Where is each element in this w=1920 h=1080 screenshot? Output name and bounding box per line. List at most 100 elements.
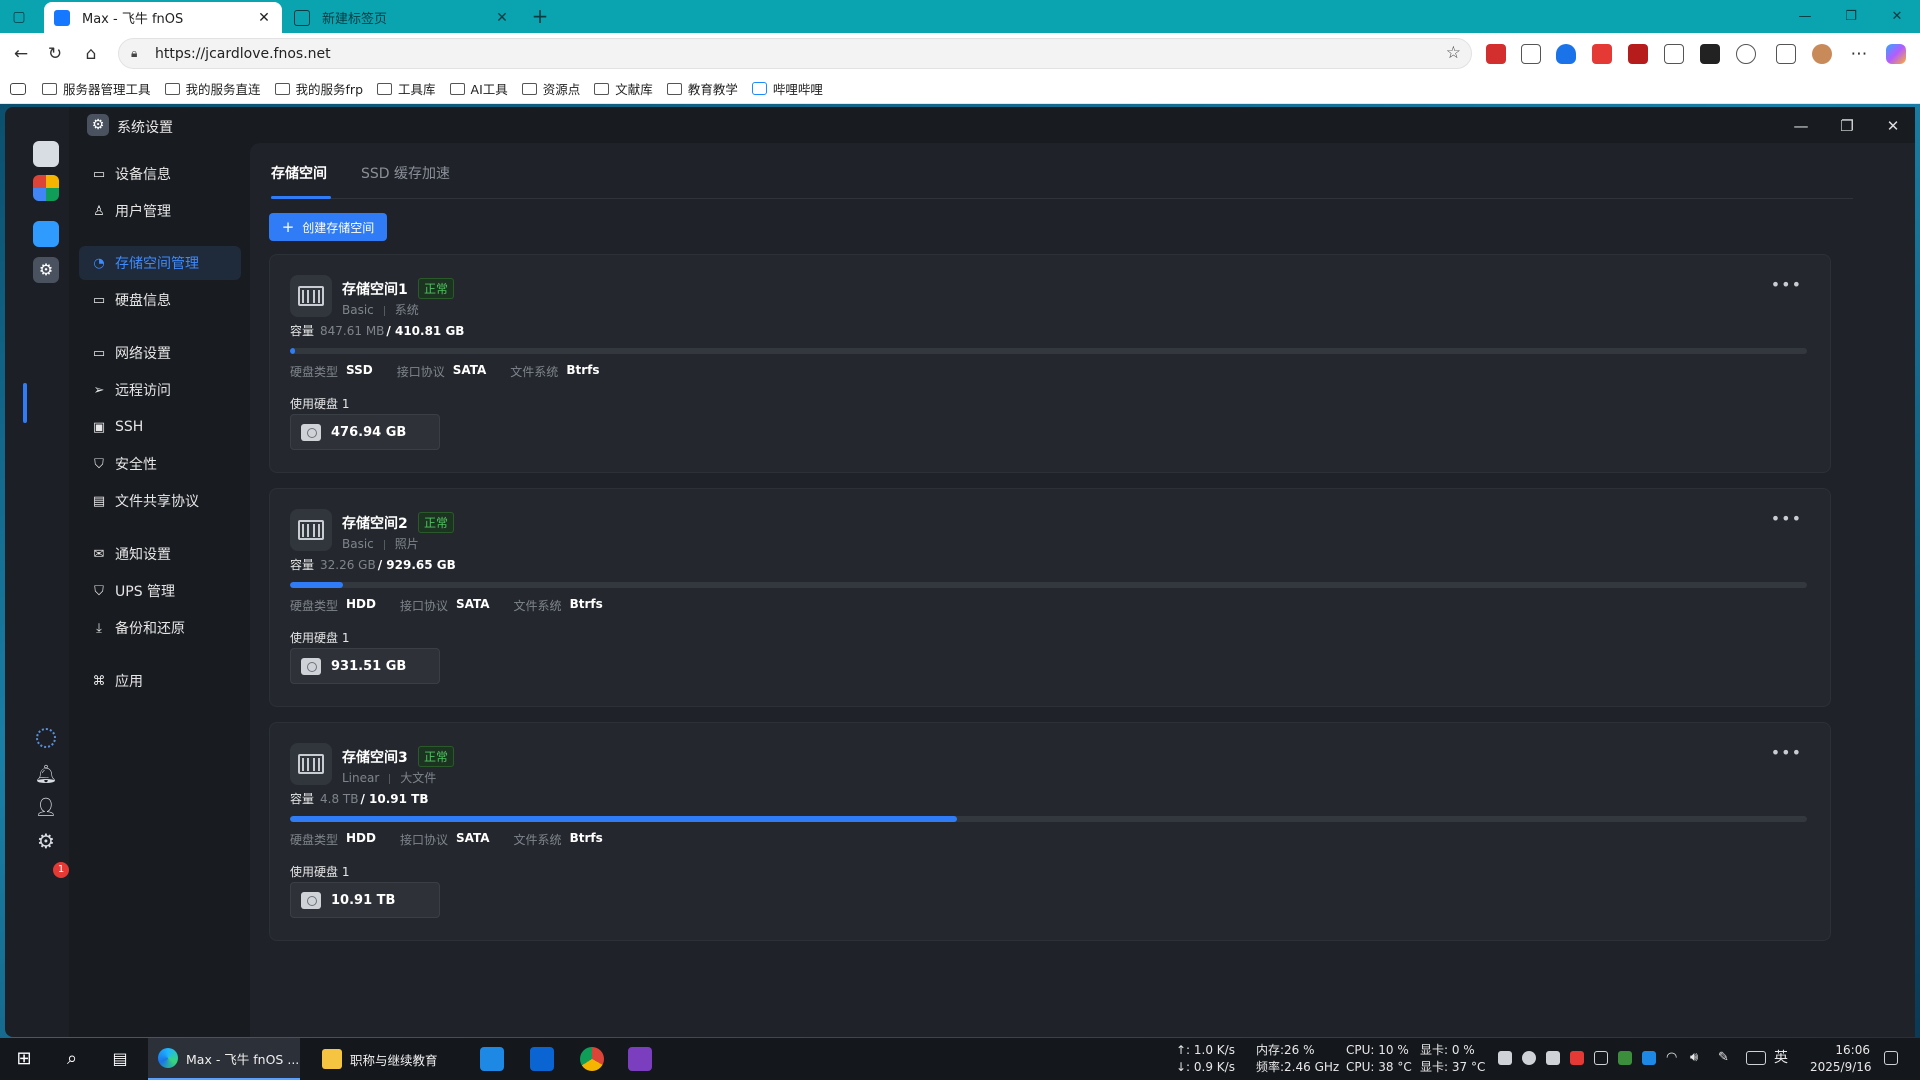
sidebar-item-label: 备份和还原 xyxy=(115,621,185,637)
window-minimize-button[interactable]: — xyxy=(1788,113,1814,139)
backup-icon: ⤓ xyxy=(96,620,102,636)
bookmark-folder[interactable]: 资源点 xyxy=(521,79,580,98)
bookmark-folder[interactable]: 我的服务直连 xyxy=(164,79,261,98)
task-view-icon[interactable]: ▤ xyxy=(108,1047,132,1071)
extension-icon[interactable] xyxy=(1592,44,1612,64)
sidebar-item-network[interactable]: ▭ 网络设置 xyxy=(79,336,241,370)
bookmark-folder[interactable]: 我的服务frp xyxy=(274,79,363,98)
copilot-icon[interactable] xyxy=(1886,44,1906,64)
extension-icon[interactable] xyxy=(1664,44,1684,64)
bluetooth-icon[interactable] xyxy=(1642,1051,1656,1065)
sidebar-item-ssh[interactable]: ▣ SSH xyxy=(79,410,241,444)
disk-chip[interactable]: 476.94 GB xyxy=(290,414,440,450)
usb-drive-icon[interactable] xyxy=(1594,1051,1608,1065)
onenote-icon[interactable] xyxy=(628,1047,652,1071)
back-arrow-icon[interactable]: ← xyxy=(8,41,34,67)
sidebar-item-file-sharing[interactable]: ▤ 文件共享协议 xyxy=(79,484,241,518)
bookmarks-toggle-icon[interactable] xyxy=(10,82,26,95)
desktop-monitor-icon[interactable] xyxy=(33,141,59,167)
new-tab-button[interactable]: + xyxy=(528,4,552,28)
bookmark-folder[interactable]: AI工具 xyxy=(449,79,508,98)
more-options-icon[interactable]: ••• xyxy=(1771,509,1802,528)
sidebar-item-storage[interactable]: ◔ 存储空间管理 xyxy=(79,246,241,280)
tab-ssd-cache[interactable]: SSD 缓存加速 xyxy=(361,163,450,183)
plus-icon: + xyxy=(281,218,295,236)
security-tray-icon[interactable] xyxy=(1618,1051,1632,1065)
extension-icon[interactable] xyxy=(1486,44,1506,64)
outlook-icon[interactable] xyxy=(530,1047,554,1071)
disk-chip[interactable]: 10.91 TB xyxy=(290,882,440,918)
more-menu-icon[interactable]: ⋯ xyxy=(1846,41,1872,67)
notification-center-icon[interactable] xyxy=(1884,1051,1898,1065)
settings-gear-icon[interactable]: ⚙ xyxy=(33,257,59,283)
tray-app-icon[interactable] xyxy=(1546,1051,1560,1065)
volume-icon[interactable]: 🔊︎ xyxy=(1690,1051,1704,1065)
folder-icon xyxy=(322,1049,342,1069)
loading-spinner-icon[interactable] xyxy=(36,728,56,748)
clock[interactable]: 16:06 2025/9/16 xyxy=(1810,1042,1872,1076)
extension-icon[interactable] xyxy=(1521,44,1541,64)
more-options-icon[interactable]: ••• xyxy=(1771,275,1802,294)
tab-actions-icon[interactable]: ▢ xyxy=(8,7,30,27)
browser-close-button[interactable]: ✕ xyxy=(1874,0,1920,33)
taskbar-app-edge[interactable]: Max - 飞牛 fnOS ... xyxy=(148,1038,300,1080)
sidebar-item-users[interactable]: ♙ 用户管理 xyxy=(79,194,241,228)
more-options-icon[interactable]: ••• xyxy=(1771,743,1802,762)
store-icon[interactable] xyxy=(480,1047,504,1071)
browser-tab-fnos[interactable]: Max - 飞牛 fnOS ✕ xyxy=(44,2,282,33)
sidebar-item-backup[interactable]: ⤓ 备份和还原 xyxy=(79,611,241,645)
home-icon[interactable]: ⌂ xyxy=(78,41,104,67)
wifi-icon[interactable]: ◠ xyxy=(1666,1051,1680,1065)
close-tab-icon[interactable]: ✕ xyxy=(494,10,510,26)
tray-app-icon[interactable] xyxy=(1570,1051,1584,1065)
sidebar-item-device-info[interactable]: ▭ 设备信息 xyxy=(79,157,241,191)
reload-icon[interactable]: ↻ xyxy=(42,41,68,67)
tray-app-icon[interactable] xyxy=(1522,1051,1536,1065)
browser-restore-button[interactable]: ❐ xyxy=(1828,0,1874,33)
bell-icon[interactable]: 🔔︎ xyxy=(33,762,59,788)
app-center-icon[interactable] xyxy=(33,175,59,201)
favorite-star-icon[interactable]: ☆ xyxy=(1446,43,1461,63)
gear-icon[interactable]: ⚙ xyxy=(33,828,59,854)
shield-extension-icon[interactable] xyxy=(1556,44,1576,64)
user-icon[interactable]: 👤︎ xyxy=(33,795,59,821)
chrome-icon[interactable] xyxy=(580,1047,604,1071)
close-tab-icon[interactable]: ✕ xyxy=(256,10,272,26)
profile-avatar[interactable] xyxy=(1812,44,1832,64)
bookmark-folder[interactable]: 教育教学 xyxy=(666,79,738,98)
extensions-puzzle-icon[interactable] xyxy=(1736,44,1756,64)
bookmark-folder[interactable]: 服务器管理工具 xyxy=(42,79,151,98)
browser-tab-newtab[interactable]: 新建标签页 ✕ xyxy=(284,2,520,33)
extension-icon[interactable] xyxy=(1628,44,1648,64)
file-manager-icon[interactable] xyxy=(33,221,59,247)
taskbar-app-folder[interactable]: 职称与继续教育 xyxy=(312,1038,462,1080)
ime-indicator[interactable]: 英 xyxy=(1774,1050,1788,1067)
address-bar[interactable]: 🔒︎ https://jcardlove.fnos.net ☆ xyxy=(118,38,1472,69)
extension-icon[interactable] xyxy=(1700,44,1720,64)
bookmark-folder[interactable]: 文献库 xyxy=(594,79,653,98)
sidebar-item-notifications[interactable]: ✉ 通知设置 xyxy=(79,537,241,571)
sidebar-item-apps[interactable]: ⌘ 应用 xyxy=(79,664,241,698)
tray-app-icon[interactable] xyxy=(1498,1051,1512,1065)
capacity-label: 容量 xyxy=(290,558,315,572)
search-icon[interactable]: ⌕ xyxy=(60,1047,84,1071)
browser-minimize-button[interactable]: — xyxy=(1782,0,1828,33)
capacity-line: 容量 32.26 GB/ 929.65 GB xyxy=(290,556,456,573)
disk-chip[interactable]: 931.51 GB xyxy=(290,648,440,684)
sidebar-item-remote-access[interactable]: ➢ 远程访问 xyxy=(79,373,241,407)
keyboard-icon[interactable] xyxy=(1746,1051,1766,1065)
create-storage-button[interactable]: + 创建存储空间 xyxy=(269,213,387,241)
window-maximize-button[interactable]: ❐ xyxy=(1834,113,1860,139)
sidebar-item-disk-info[interactable]: ▭ 硬盘信息 xyxy=(79,283,241,317)
bookmark-folder[interactable]: 工具库 xyxy=(377,79,436,98)
pool-name: 存储空间2 xyxy=(342,516,408,532)
pen-icon[interactable]: ✎ xyxy=(1718,1051,1732,1065)
windows-start-icon[interactable]: ⊞ xyxy=(12,1047,36,1071)
bookmark-link[interactable]: 哔哩哔哩 xyxy=(751,79,823,98)
screenshot-icon[interactable] xyxy=(1776,44,1796,64)
sidebar-item-ups[interactable]: ⛉ UPS 管理 xyxy=(79,574,241,608)
raid-type: Basic xyxy=(342,303,374,317)
tab-storage-space[interactable]: 存储空间 xyxy=(271,163,327,183)
sidebar-item-security[interactable]: ⛉ 安全性 xyxy=(79,447,241,481)
window-close-button[interactable]: ✕ xyxy=(1880,113,1906,139)
